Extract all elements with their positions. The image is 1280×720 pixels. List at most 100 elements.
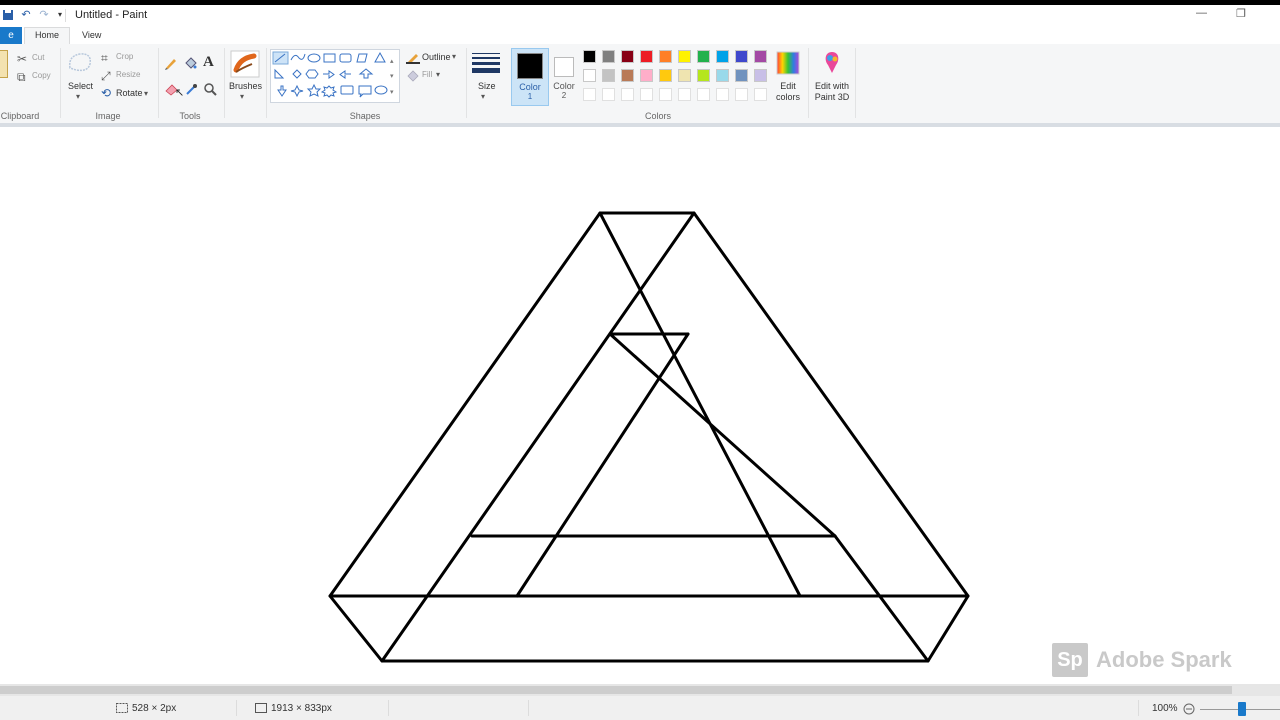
rotate-button[interactable]: Rotate <box>116 88 143 98</box>
horizontal-scrollbar[interactable] <box>0 684 1280 696</box>
palette-color-swatch[interactable] <box>754 69 767 82</box>
rotate-icon[interactable]: ⟲ <box>101 86 111 100</box>
tab-file[interactable]: e <box>0 27 22 44</box>
shapes-more-icon[interactable]: ▾ <box>390 86 394 100</box>
undo-icon[interactable]: ↶ <box>20 9 32 21</box>
palette-custom-swatch[interactable] <box>754 88 767 101</box>
palette-color-swatch[interactable] <box>583 50 596 63</box>
palette-color-swatch[interactable] <box>621 50 634 63</box>
color2-label: Color <box>553 81 575 91</box>
paint3d-icon[interactable] <box>820 50 844 78</box>
tab-view[interactable]: View <box>82 30 101 40</box>
palette-color-swatch[interactable] <box>678 50 691 63</box>
outline-icon[interactable] <box>406 52 420 66</box>
qat-separator <box>65 9 66 22</box>
rotate-dropdown-icon[interactable]: ▾ <box>144 87 148 101</box>
palette-color-swatch[interactable] <box>735 50 748 63</box>
image-size-icon <box>255 703 267 715</box>
palette-color-swatch[interactable] <box>659 69 672 82</box>
palette-color-swatch[interactable] <box>640 50 653 63</box>
scrollbar-thumb[interactable] <box>0 686 1232 694</box>
selection-size-icon <box>116 703 128 715</box>
palette-custom-swatch[interactable] <box>678 88 691 101</box>
minimize-button[interactable]: — <box>1196 7 1207 19</box>
palette-custom-swatch[interactable] <box>735 88 748 101</box>
palette-color-swatch[interactable] <box>678 69 691 82</box>
cut-button[interactable]: Cut <box>32 53 44 62</box>
palette-custom-swatch[interactable] <box>621 88 634 101</box>
palette-color-swatch[interactable] <box>602 69 615 82</box>
tools-group-label: Tools <box>179 111 201 121</box>
magnifier-icon[interactable] <box>203 82 217 98</box>
palette-color-swatch[interactable] <box>640 69 653 82</box>
color2-swatch <box>554 57 574 77</box>
color-picker-icon[interactable] <box>184 82 198 98</box>
crop-button[interactable]: Crop <box>116 52 133 61</box>
select-button[interactable]: Select <box>68 81 93 91</box>
copy-icon[interactable]: ⧉ <box>17 70 26 84</box>
paste-icon[interactable] <box>0 50 8 78</box>
outline-button[interactable]: Outline <box>422 52 451 62</box>
select-icon[interactable] <box>66 50 94 76</box>
pencil-icon[interactable] <box>164 56 178 72</box>
crop-icon[interactable]: ⌗ <box>101 51 108 65</box>
palette-color-swatch[interactable] <box>659 50 672 63</box>
inner-edge-line <box>380 211 696 663</box>
shapes-gallery[interactable] <box>270 49 400 103</box>
brushes-icon[interactable] <box>230 50 260 80</box>
save-icon[interactable] <box>2 9 14 21</box>
copy-button[interactable]: Copy <box>32 71 51 80</box>
status-separator <box>236 700 237 716</box>
palette-color-swatch[interactable] <box>716 50 729 63</box>
select-dropdown-icon[interactable]: ▾ <box>76 90 80 104</box>
size-dropdown-icon[interactable]: ▾ <box>481 90 485 104</box>
palette-color-swatch[interactable] <box>697 50 710 63</box>
brushes-button[interactable]: Brushes <box>229 81 262 91</box>
palette-color-swatch[interactable] <box>583 69 596 82</box>
palette-custom-swatch[interactable] <box>659 88 672 101</box>
palette-color-swatch[interactable] <box>602 50 615 63</box>
fill-icon[interactable] <box>406 70 420 84</box>
fill-dropdown-icon[interactable]: ▾ <box>436 68 440 82</box>
redo-icon[interactable]: ↷ <box>38 9 50 21</box>
palette-color-swatch[interactable] <box>697 69 710 82</box>
fill-bucket-icon[interactable] <box>183 56 197 72</box>
palette-custom-swatch[interactable] <box>697 88 710 101</box>
color2-number: 2 <box>561 91 567 100</box>
color-wheel-icon[interactable] <box>776 51 800 77</box>
palette-custom-swatch[interactable] <box>602 88 615 101</box>
edit-colors-button[interactable]: Edit <box>770 81 806 91</box>
palette-custom-swatch[interactable] <box>640 88 653 101</box>
zoom-slider-thumb[interactable] <box>1238 702 1246 716</box>
brushes-dropdown-icon[interactable]: ▾ <box>240 90 244 104</box>
tab-home[interactable]: Home <box>24 27 70 44</box>
ribbon: ✂ Cut ⧉ Copy Clipboard Select ▾ ⌗ Crop ⤢… <box>0 44 1280 124</box>
resize-icon[interactable]: ⤢ <box>101 69 111 83</box>
shapes-scroll-down-icon[interactable]: ▾ <box>390 70 394 84</box>
zoom-out-icon[interactable] <box>1183 703 1195 717</box>
cut-icon[interactable]: ✂ <box>17 52 27 66</box>
color-palette <box>583 50 773 106</box>
palette-custom-swatch[interactable] <box>716 88 729 101</box>
color2-button[interactable]: Color 2 <box>549 48 579 104</box>
shapes-scroll-up-icon[interactable]: ▴ <box>390 55 394 69</box>
drawing-canvas[interactable] <box>0 127 1280 684</box>
palette-color-swatch[interactable] <box>716 69 729 82</box>
size-icon[interactable] <box>472 52 500 76</box>
color1-button[interactable]: Color 1 <box>511 48 549 106</box>
outline-dropdown-icon[interactable]: ▾ <box>452 50 456 64</box>
fill-button[interactable]: Fill <box>422 70 432 79</box>
restore-button[interactable]: ❐ <box>1236 7 1246 20</box>
color1-number: 1 <box>527 92 533 101</box>
image-group-label: Image <box>95 111 121 121</box>
color1-swatch <box>517 53 543 79</box>
adobe-spark-logo: Sp <box>1052 643 1088 677</box>
text-tool-icon[interactable]: A <box>203 54 214 71</box>
palette-color-swatch[interactable] <box>621 69 634 82</box>
resize-button[interactable]: Resize <box>116 70 140 79</box>
palette-color-swatch[interactable] <box>735 69 748 82</box>
edit-with-paint3d-button[interactable]: Edit with <box>812 81 852 91</box>
palette-custom-swatch[interactable] <box>583 88 596 101</box>
palette-color-swatch[interactable] <box>754 50 767 63</box>
colors-group-label: Colors <box>644 111 671 121</box>
